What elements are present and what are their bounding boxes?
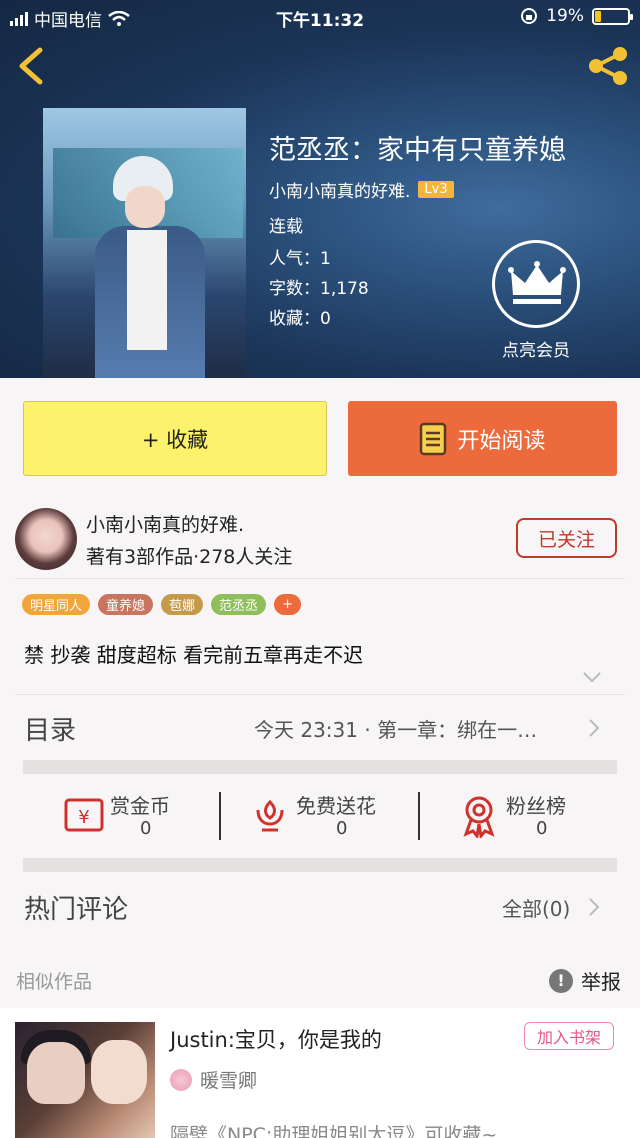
action-label: 赏金币 <box>110 794 170 818</box>
vip-badge[interactable]: 点亮会员 <box>490 240 582 361</box>
back-icon[interactable] <box>12 46 52 86</box>
medal-icon <box>463 796 495 838</box>
battery-percent: 19% <box>546 6 584 26</box>
action-count: 0 <box>336 818 348 839</box>
book-header: 中国电信 下午11:32 19% 范丞丞：家中有只童养媳 小南小南真的好难. L… <box>0 0 640 378</box>
tag[interactable]: 明星同人 <box>22 594 91 615</box>
report-button[interactable]: ! 举报 <box>549 966 621 995</box>
all-comments-link[interactable]: 全部(0) <box>502 893 570 922</box>
divider <box>15 578 625 579</box>
tag-list: 明星同人 童养媳 苞娜 范丞丞 + <box>22 594 301 615</box>
book-favorites: 收藏：0 <box>269 309 331 329</box>
action-label: 粉丝榜 <box>506 794 566 818</box>
action-label: 免费送花 <box>296 794 376 818</box>
book-cover[interactable] <box>43 108 246 378</box>
author-name[interactable]: 小南小南真的好难. <box>86 510 244 537</box>
action-count: 0 <box>140 818 152 839</box>
book-word-count: 字数：1,178 <box>269 279 369 299</box>
divider <box>418 792 420 840</box>
hot-comments-title: 热门评论 <box>24 895 129 925</box>
similar-book-author[interactable]: 暖雪卿 <box>200 1066 257 1093</box>
hot-comments-row[interactable]: 热门评论 全部(0) <box>0 875 640 935</box>
section-separator <box>23 760 617 774</box>
add-tag-button[interactable]: + <box>274 594 301 615</box>
share-icon[interactable] <box>586 46 630 86</box>
reward-coins-button[interactable]: ¥ 赏金币 0 <box>60 786 210 846</box>
status-bar: 中国电信 下午11:32 19% <box>0 0 640 34</box>
start-reading-button[interactable]: 开始阅读 <box>348 401 617 476</box>
toc-title: 目录 <box>24 716 77 746</box>
similar-book-card[interactable]: Justin:宝贝，你是我的 加入书架 暖雪卿 隔壁《NPC:助理姐姐别太逗》可… <box>0 1008 640 1138</box>
alert-icon: ! <box>549 968 573 993</box>
start-reading-label: 开始阅读 <box>457 428 546 454</box>
similar-book-title[interactable]: Justin:宝贝，你是我的 <box>170 1024 382 1054</box>
level-badge: Lv3 <box>418 181 454 198</box>
book-description: 禁 抄袭 甜度超标 看完前五章再走不迟 <box>24 643 364 667</box>
author-avatar <box>170 1068 192 1091</box>
similar-works-heading: 相似作品 <box>16 971 93 993</box>
book-author[interactable]: 小南小南真的好难. <box>269 177 410 202</box>
book-title: 范丞丞：家中有只童养媳 <box>269 135 566 166</box>
book-status: 连载 <box>269 217 303 237</box>
battery-icon <box>592 7 633 25</box>
action-count: 0 <box>536 818 548 839</box>
send-flower-button[interactable]: 免费送花 0 <box>250 786 410 846</box>
divider <box>219 792 221 840</box>
chevron-down-icon[interactable] <box>582 670 602 684</box>
chevron-right-icon <box>589 898 600 916</box>
action-bar: ¥ 赏金币 0 免费送花 0 粉丝榜 0 <box>0 786 640 850</box>
tag[interactable]: 苞娜 <box>161 594 204 615</box>
similar-book-description: 隔壁《NPC:助理姐姐别太逗》可收藏~ <box>170 1124 498 1138</box>
book-popularity: 人气：1 <box>269 249 331 269</box>
divider <box>15 694 625 695</box>
author-stats: 著有3部作品·278人关注 <box>86 546 293 568</box>
follow-button[interactable]: 已关注 <box>516 518 617 558</box>
report-label: 举报 <box>581 970 621 994</box>
flower-icon <box>256 799 284 832</box>
latest-chapter: 今天 23:31 · 第一章：绑在一… <box>254 718 538 742</box>
book-icon <box>420 422 447 455</box>
crown-icon <box>508 261 566 304</box>
section-separator <box>23 858 617 872</box>
fan-ranking-button[interactable]: 粉丝榜 0 <box>460 786 610 846</box>
author-card[interactable]: 小南小南真的好难. 著有3部作品·278人关注 已关注 <box>0 500 640 578</box>
tag[interactable]: 范丞丞 <box>211 594 267 615</box>
avatar[interactable] <box>15 508 77 570</box>
toc-row[interactable]: 目录 今天 23:31 · 第一章：绑在一… <box>0 696 640 758</box>
add-to-shelf-button[interactable]: 加入书架 <box>524 1022 614 1050</box>
similar-book-cover[interactable] <box>15 1022 155 1138</box>
gold-coin-icon: ¥ <box>64 798 104 832</box>
vip-label: 点亮会员 <box>502 341 570 361</box>
rotation-lock-icon <box>521 8 538 24</box>
collect-button[interactable]: + 收藏 <box>23 401 327 476</box>
tag[interactable]: 童养媳 <box>98 594 154 615</box>
svg-text:¥: ¥ <box>78 807 89 828</box>
chevron-right-icon <box>589 719 600 737</box>
